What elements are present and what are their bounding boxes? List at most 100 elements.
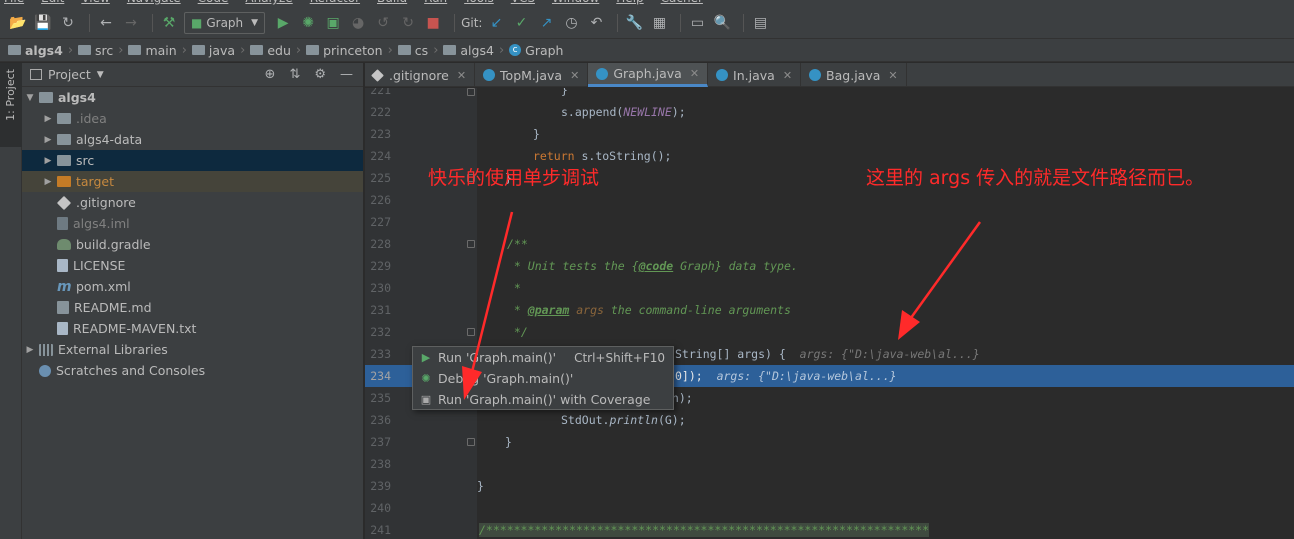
stop-icon[interactable]: ■ [423, 13, 443, 33]
menu-code[interactable]: Code [198, 0, 229, 8]
menu-item-run-with-coverage[interactable]: ▣ Run 'Graph.main()' with Coverage [413, 389, 673, 410]
code-line[interactable]: 240 [365, 497, 1294, 519]
tree-item-scratches[interactable]: Scratches and Consoles [22, 360, 363, 381]
close-icon[interactable]: ✕ [457, 69, 466, 82]
expand-arrow-icon[interactable]: ▼ [24, 93, 36, 103]
sync-icon[interactable]: ↻ [58, 13, 78, 33]
menu-run[interactable]: Run [424, 0, 447, 8]
breadcrumb-item[interactable]: main [128, 43, 177, 58]
tab-topm-java[interactable]: TopM.java ✕ [475, 63, 589, 87]
tab-gitignore[interactable]: .gitignore ✕ [365, 63, 476, 87]
run-with-coverage-icon[interactable]: ▣ [323, 13, 343, 33]
code-editor[interactable]: 221 } 222 s.append(NEWLINE); 223 } 224 r… [365, 88, 1294, 539]
back-icon[interactable]: ← [96, 13, 116, 33]
breadcrumb-item[interactable]: edu [250, 43, 291, 58]
code-line[interactable]: 229 * Unit tests the {@code Graph} data … [365, 255, 1294, 277]
project-tool-window-tab[interactable]: 1: Project [0, 63, 22, 147]
fold-marker-icon[interactable] [467, 88, 475, 96]
collapse-arrow-icon[interactable]: ▶ [24, 345, 36, 355]
locate-target-icon[interactable]: ⊕ [265, 67, 276, 82]
vcs-push-icon[interactable]: ↗ [536, 13, 556, 33]
breadcrumb-item[interactable]: cs [397, 43, 428, 58]
fold-marker-icon[interactable] [467, 240, 475, 248]
menu-window[interactable]: Window [552, 0, 599, 8]
breadcrumb-item[interactable]: c Graph [509, 43, 563, 58]
breadcrumb-item[interactable]: princeton [306, 43, 383, 58]
code-line[interactable]: 223 } [365, 123, 1294, 145]
rerun-icon[interactable]: ↻ [398, 13, 418, 33]
code-line[interactable]: 230 * [365, 277, 1294, 299]
code-line[interactable]: 239 } [365, 475, 1294, 497]
close-icon[interactable]: ✕ [888, 69, 897, 82]
menu-analyze[interactable]: Analyze [245, 0, 292, 8]
code-line[interactable]: 241 /***********************************… [365, 519, 1294, 539]
collapse-arrow-icon[interactable]: ▶ [42, 114, 54, 124]
task-icon[interactable]: ▤ [750, 13, 770, 33]
tree-item-gitignore[interactable]: .gitignore [22, 192, 363, 213]
debug-icon[interactable]: ✺ [298, 13, 318, 33]
collapse-all-icon[interactable]: ⇅ [289, 67, 300, 82]
revert-icon[interactable]: ↶ [586, 13, 606, 33]
menu-vcs[interactable]: VCS [511, 0, 535, 8]
profile-icon[interactable]: ◕ [348, 13, 368, 33]
menu-view[interactable]: View [81, 0, 109, 8]
code-line[interactable]: 232 */ [365, 321, 1294, 343]
chevron-down-icon[interactable]: ▼ [97, 70, 104, 80]
code-line[interactable]: 221 } [365, 88, 1294, 101]
close-icon[interactable]: ✕ [690, 67, 699, 80]
code-line[interactable]: 228 /** [365, 233, 1294, 255]
menu-build[interactable]: Build [377, 0, 407, 8]
tree-item-idea[interactable]: ▶ .idea [22, 108, 363, 129]
tree-item-src[interactable]: ▶ src [22, 150, 363, 171]
tree-item-readme-md[interactable]: README.md [22, 297, 363, 318]
code-line[interactable]: 222 s.append(NEWLINE); [365, 101, 1294, 123]
code-line[interactable]: 227 [365, 211, 1294, 233]
menu-refactor[interactable]: Refactor [310, 0, 360, 8]
menu-item-run[interactable]: ▶ Run 'Graph.main()' Ctrl+Shift+F10 [413, 347, 673, 368]
forward-icon[interactable]: → [121, 13, 141, 33]
tree-item-algs4[interactable]: ▼ algs4 [22, 87, 363, 108]
code-line[interactable]: 226 [365, 189, 1294, 211]
code-line[interactable]: 231 * @param args the command-line argum… [365, 299, 1294, 321]
save-icon[interactable]: 💾 [33, 13, 53, 33]
menu-cacher[interactable]: Cacher [661, 0, 703, 8]
close-icon[interactable]: ✕ [783, 69, 792, 82]
run-icon[interactable]: ▶ [273, 13, 293, 33]
build-hammer-icon[interactable]: ⚒ [159, 13, 179, 33]
tree-item-algs4-data[interactable]: ▶ algs4-data [22, 129, 363, 150]
minimize-icon[interactable]: — [340, 67, 353, 82]
history-icon[interactable]: ◷ [561, 13, 581, 33]
search-icon[interactable]: 🔍 [712, 13, 732, 33]
terminal-icon[interactable]: ▭ [687, 13, 707, 33]
menu-tools[interactable]: Tools [464, 0, 494, 8]
menu-file[interactable]: File [4, 0, 24, 8]
tab-graph-java[interactable]: Graph.java ✕ [588, 63, 709, 87]
menu-navigate[interactable]: Navigate [127, 0, 181, 8]
collapse-arrow-icon[interactable]: ▶ [42, 177, 54, 187]
menu-help[interactable]: Help [616, 0, 643, 8]
tab-in-java[interactable]: In.java ✕ [708, 63, 802, 87]
collapse-arrow-icon[interactable]: ▶ [42, 156, 54, 166]
breadcrumb-item[interactable]: algs4 [443, 43, 494, 58]
tree-item-external-libraries[interactable]: ▶ External Libraries [22, 339, 363, 360]
code-line[interactable]: 238 [365, 453, 1294, 475]
code-line[interactable]: 237 } [365, 431, 1294, 453]
tree-item-pom-xml[interactable]: m pom.xml [22, 276, 363, 297]
vcs-update-icon[interactable]: ↙ [486, 13, 506, 33]
tab-bag-java[interactable]: Bag.java ✕ [801, 63, 907, 87]
breadcrumb-item[interactable]: src [78, 43, 113, 58]
menu-item-debug[interactable]: ✺ Debug 'Graph.main()' [413, 368, 673, 389]
close-icon[interactable]: ✕ [570, 69, 579, 82]
gear-icon[interactable]: ⚙ [314, 67, 326, 82]
vcs-commit-icon[interactable]: ✓ [511, 13, 531, 33]
fold-marker-icon[interactable] [467, 438, 475, 446]
run-configuration-select[interactable]: ■ Graph ▼ [184, 12, 266, 34]
menu-edit[interactable]: Edit [41, 0, 64, 8]
fold-marker-icon[interactable] [467, 328, 475, 336]
settings-wrench-icon[interactable]: 🔧 [624, 13, 644, 33]
breadcrumb-item[interactable]: java [191, 43, 235, 58]
code-line[interactable]: 236 StdOut.println(G); [365, 409, 1294, 431]
project-view-title[interactable]: Project [48, 67, 91, 82]
tree-item-build-gradle[interactable]: build.gradle [22, 234, 363, 255]
tree-item-readme-maven[interactable]: README-MAVEN.txt [22, 318, 363, 339]
